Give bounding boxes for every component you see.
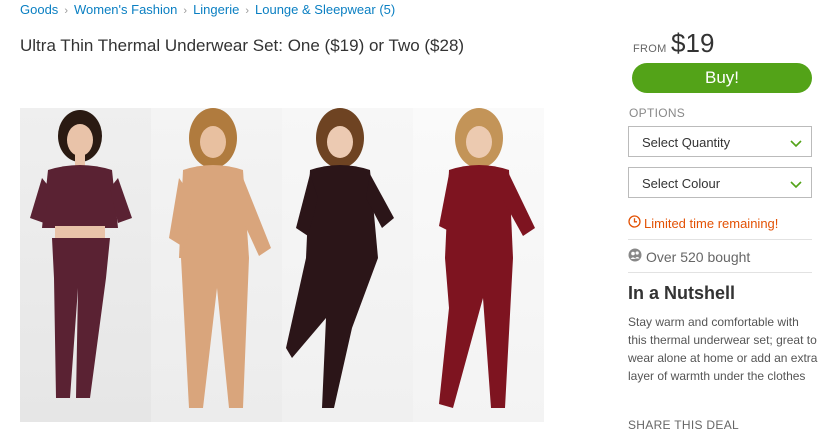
bought-count-text: Over 520 bought: [646, 248, 751, 265]
breadcrumb-link-lingerie[interactable]: Lingerie: [193, 2, 239, 17]
chevron-down-icon: [790, 136, 802, 151]
colour-select[interactable]: Select Colour: [628, 167, 812, 198]
chevron-right-icon: ›: [64, 5, 68, 17]
product-image[interactable]: [20, 108, 544, 422]
bought-count: Over 520 bought: [628, 248, 750, 265]
chevron-right-icon: ›: [183, 5, 188, 17]
colour-select-value: Select Colour: [642, 176, 721, 191]
clock-icon: [628, 215, 641, 231]
divider: [628, 239, 812, 240]
limited-time-notice: Limited time remaining!: [628, 215, 778, 231]
breadcrumb-link-goods[interactable]: Goods: [20, 2, 58, 17]
deal-title: Ultra Thin Thermal Underwear Set: One ($…: [20, 36, 465, 55]
quantity-select-value: Select Quantity: [642, 135, 731, 150]
model-figure: [151, 108, 282, 422]
price-amount: $19: [671, 28, 715, 58]
divider: [628, 272, 812, 273]
model-figure: [413, 108, 544, 422]
share-deal-label: SHARE THIS DEAL: [628, 418, 739, 430]
quantity-select[interactable]: Select Quantity: [628, 126, 812, 157]
model-figure: [20, 108, 151, 422]
people-icon: [628, 248, 642, 265]
price-from-label: FROM: [633, 43, 667, 55]
options-label: OPTIONS: [629, 106, 686, 120]
chevron-down-icon: [790, 177, 802, 192]
buy-button[interactable]: Buy!: [632, 63, 812, 93]
nutshell-title: In a Nutshell: [628, 283, 736, 303]
nutshell-description: Stay warm and comfortable with this ther…: [628, 315, 818, 383]
price-block: FROM $19: [633, 28, 714, 59]
limited-time-text: Limited time remaining!: [644, 215, 779, 231]
breadcrumb-link-womens-fashion[interactable]: Women's Fashion: [74, 2, 177, 17]
breadcrumb: Goods › Women's Fashion › Lingerie › Lounge & …: [20, 2, 395, 17]
breadcrumb-link-lounge-sleepwear[interactable]: Lounge & Sleepwear (5): [255, 2, 395, 17]
model-figure: [282, 108, 413, 422]
chevron-right-icon: ›: [245, 5, 249, 17]
